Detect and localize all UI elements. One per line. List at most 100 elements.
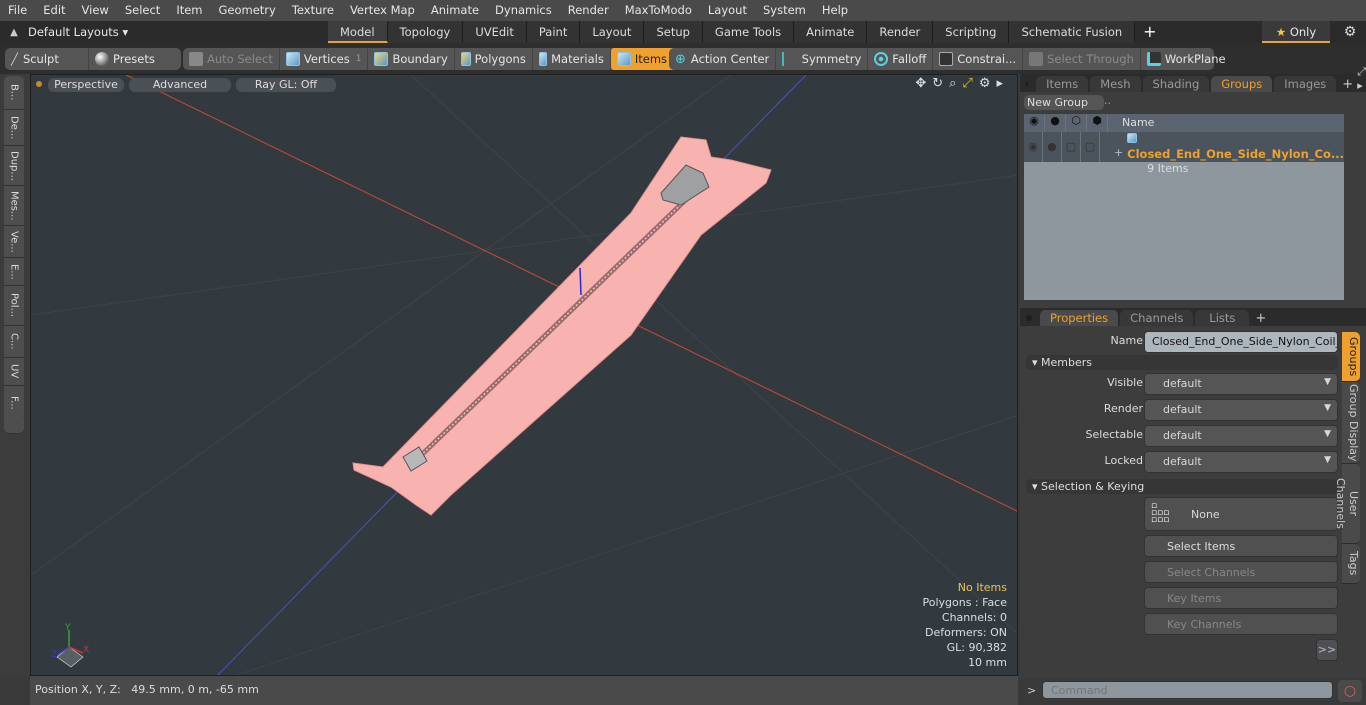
menu-vertex-map[interactable]: Vertex Map bbox=[342, 0, 423, 21]
auto-select-button[interactable]: Auto Select bbox=[183, 48, 280, 70]
left-tab-uv[interactable]: UV bbox=[4, 358, 24, 386]
menu-maxtomodo[interactable]: MaxToModo bbox=[617, 0, 700, 21]
zipper-model[interactable] bbox=[352, 136, 772, 516]
collapse-arrow-icon[interactable]: ▲ bbox=[0, 27, 28, 38]
pan-icon[interactable]: ✥ bbox=[915, 76, 926, 91]
menu-render[interactable]: Render bbox=[560, 0, 617, 21]
tab-layout[interactable]: Layout bbox=[580, 21, 645, 43]
tab-schematic-fusion[interactable]: Schematic Fusion bbox=[1009, 21, 1136, 43]
zoom-icon[interactable]: ⌕ bbox=[949, 76, 956, 91]
constraints-button[interactable]: Constrai... bbox=[933, 48, 1024, 70]
expand-arrow-icon[interactable]: ▸ bbox=[996, 76, 1003, 91]
row-visibility-icon[interactable]: ◉ bbox=[1024, 132, 1043, 162]
side-tab-groups[interactable]: Groups bbox=[1342, 332, 1360, 382]
tab-render[interactable]: Render bbox=[867, 21, 934, 43]
expand-plus-icon[interactable]: + bbox=[1100, 132, 1127, 162]
shading-button[interactable]: Advanced bbox=[129, 78, 231, 92]
side-tab-tags[interactable]: Tags bbox=[1342, 544, 1360, 584]
row-render-icon[interactable]: ● bbox=[1043, 132, 1062, 162]
menu-animate[interactable]: Animate bbox=[423, 0, 487, 21]
left-tab-edge[interactable]: E... bbox=[4, 258, 24, 286]
locked-dropdown[interactable]: default ▼ bbox=[1144, 451, 1338, 473]
action-center-button[interactable]: ⊕ Action Center bbox=[669, 48, 777, 70]
lock-column-icon[interactable]: ⬢ bbox=[1087, 114, 1108, 132]
panel-dot-icon[interactable] bbox=[1026, 81, 1029, 87]
add-tab-button[interactable]: + bbox=[1135, 21, 1164, 43]
tab-game-tools[interactable]: Game Tools bbox=[702, 21, 795, 43]
render-dropdown[interactable]: default ▼ bbox=[1144, 399, 1338, 421]
left-tab-deform[interactable]: De... bbox=[4, 110, 24, 146]
command-input[interactable] bbox=[1042, 681, 1333, 699]
visibility-column-icon[interactable]: ◉ bbox=[1024, 114, 1045, 132]
gear-icon[interactable]: ⚙ bbox=[1338, 21, 1362, 43]
symmetry-button[interactable]: Symmetry bbox=[776, 48, 869, 70]
materials-button[interactable]: Materials bbox=[533, 48, 611, 70]
tab-mesh[interactable]: Mesh ... bbox=[1090, 76, 1141, 107]
falloff-button[interactable]: Falloff bbox=[868, 48, 934, 70]
new-group-button[interactable]: New Group bbox=[1024, 95, 1104, 110]
menu-help[interactable]: Help bbox=[814, 0, 856, 21]
left-tab-basic[interactable]: B... bbox=[4, 76, 24, 110]
left-tab-extra[interactable] bbox=[4, 414, 24, 434]
vertices-button[interactable]: Vertices 1 bbox=[280, 48, 369, 70]
select-column-icon[interactable]: ⬡ bbox=[1066, 114, 1087, 132]
perspective-button[interactable]: Perspective bbox=[48, 78, 124, 92]
left-tab-polygon[interactable]: Pol... bbox=[4, 286, 24, 326]
record-icon[interactable]: ○ bbox=[1338, 680, 1362, 702]
presets-button[interactable]: Presets bbox=[89, 48, 161, 70]
menu-edit[interactable]: Edit bbox=[35, 0, 73, 21]
menu-dynamics[interactable]: Dynamics bbox=[487, 0, 560, 21]
tab-items[interactable]: Items bbox=[1036, 76, 1089, 92]
menu-texture[interactable]: Texture bbox=[284, 0, 342, 21]
add-properties-tab-icon[interactable]: + bbox=[1255, 311, 1266, 326]
key-items-button[interactable]: Key Items bbox=[1144, 587, 1338, 609]
add-panel-tab-icon[interactable]: + bbox=[1342, 77, 1353, 92]
tab-paint[interactable]: Paint bbox=[526, 21, 581, 43]
3d-viewport[interactable]: Y X Z Perspective Advanced Ray GL: Off ✥… bbox=[30, 74, 1018, 676]
workplane-button[interactable]: WorkPlane bbox=[1141, 48, 1232, 70]
left-tab-mesh-edit[interactable]: Mes... bbox=[4, 186, 24, 226]
menu-view[interactable]: View bbox=[74, 0, 117, 21]
left-tab-curve[interactable]: C... bbox=[4, 326, 24, 358]
row-lock-icon[interactable]: ▢ bbox=[1081, 132, 1100, 162]
tab-animate[interactable]: Animate bbox=[794, 21, 868, 43]
rotate-icon[interactable]: ↻ bbox=[932, 76, 943, 91]
menu-layout[interactable]: Layout bbox=[700, 0, 755, 21]
tab-scripting[interactable]: Scripting bbox=[933, 21, 1010, 43]
select-items-button[interactable]: Select Items bbox=[1144, 535, 1338, 557]
tab-setup[interactable]: Setup bbox=[644, 21, 703, 43]
row-select-icon[interactable]: ▢ bbox=[1062, 132, 1081, 162]
properties-dot-icon[interactable] bbox=[1026, 315, 1032, 321]
name-input[interactable]: Closed_End_One_Side_Nylon_Coil_Zip bbox=[1144, 331, 1338, 353]
viewport-status-dot[interactable] bbox=[36, 81, 42, 87]
tab-groups[interactable]: Groups bbox=[1211, 76, 1273, 92]
side-tab-user-channels[interactable]: User Channels bbox=[1334, 464, 1360, 544]
members-section-header[interactable]: ▾ Members bbox=[1026, 355, 1338, 370]
polygons-button[interactable]: Polygons bbox=[455, 48, 533, 70]
tab-topology[interactable]: Topology bbox=[387, 21, 464, 43]
boundary-button[interactable]: Boundary bbox=[368, 48, 455, 70]
default-layouts-dropdown[interactable]: Default Layouts ▾ bbox=[28, 25, 328, 39]
viewport-gear-icon[interactable]: ⚙ bbox=[979, 76, 991, 91]
selection-keying-section-header[interactable]: ▾ Selection & Keying bbox=[1026, 479, 1338, 494]
select-channels-button[interactable]: Select Channels bbox=[1144, 561, 1338, 583]
menu-select[interactable]: Select bbox=[117, 0, 168, 21]
panel-expand-icon[interactable]: ⤢ ▸ bbox=[1357, 65, 1366, 92]
name-column-header[interactable]: Name bbox=[1108, 114, 1154, 132]
left-tab-duplicate[interactable]: Dup... bbox=[4, 146, 24, 186]
menu-geometry[interactable]: Geometry bbox=[211, 0, 284, 21]
selectable-dropdown[interactable]: default ▼ bbox=[1144, 425, 1338, 447]
key-channels-button[interactable]: Key Channels bbox=[1144, 613, 1338, 635]
none-button[interactable]: ▫ ▫▫▫ ▫▫▫ None bbox=[1144, 497, 1338, 531]
menu-file[interactable]: File bbox=[0, 0, 35, 21]
tab-channels[interactable]: Channels bbox=[1120, 310, 1194, 326]
group-row[interactable]: ◉ ● ▢ ▢ + Closed_End_One_Side_Nylon_Co..… bbox=[1024, 132, 1344, 175]
raygl-button[interactable]: Ray GL: Off bbox=[236, 78, 336, 92]
tab-lists[interactable]: Lists bbox=[1195, 310, 1250, 326]
menu-item[interactable]: Item bbox=[168, 0, 210, 21]
visible-dropdown[interactable]: default ▼ bbox=[1144, 373, 1338, 395]
tab-images[interactable]: Images bbox=[1274, 76, 1337, 92]
more-button[interactable]: >> bbox=[1316, 639, 1338, 661]
only-button[interactable]: ★ Only bbox=[1262, 21, 1330, 43]
menu-system[interactable]: System bbox=[755, 0, 814, 21]
